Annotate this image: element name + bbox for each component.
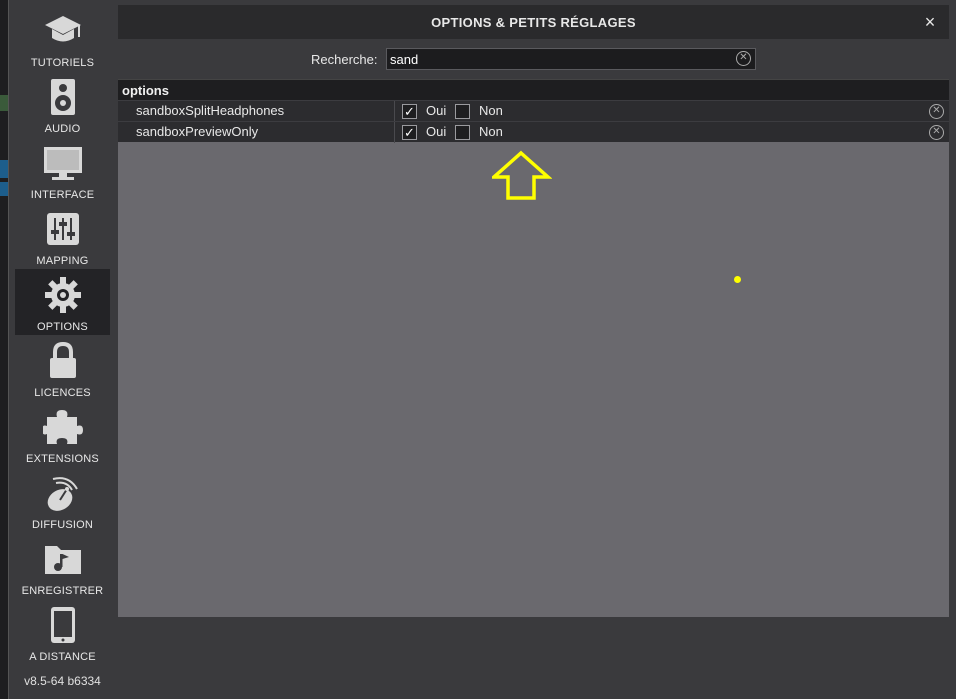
- sidebar: TUTORIELS AUDIO INTERFACE MAPPING OPTION…: [9, 0, 110, 699]
- sidebar-item-label: DIFFUSION: [31, 519, 94, 531]
- background-blue-bar-2: [0, 182, 8, 196]
- sidebar-item-label: OPTIONS: [37, 321, 88, 333]
- oui-checkbox[interactable]: ✓: [402, 125, 417, 140]
- dialog-titlebar: OPTIONS & PETITS RÉGLAGES ×: [118, 5, 949, 39]
- column-divider: [394, 122, 395, 143]
- sliders-icon: [41, 207, 85, 251]
- sidebar-item-enregistrer[interactable]: ENREGISTRER: [15, 533, 110, 599]
- sidebar-item-licences[interactable]: LICENCES: [15, 335, 110, 401]
- oui-label: Oui: [426, 103, 447, 118]
- sidebar-item-a-distance[interactable]: A DISTANCE: [15, 599, 110, 665]
- option-name: sandboxSplitHeadphones: [136, 103, 285, 118]
- column-divider: [394, 101, 395, 122]
- tablet-icon: [41, 603, 85, 647]
- sidebar-item-label: TUTORIELS: [30, 57, 95, 69]
- sidebar-item-diffusion[interactable]: DIFFUSION: [15, 467, 110, 533]
- music-folder-icon: [41, 537, 85, 581]
- puzzle-icon: [41, 405, 85, 449]
- table-row: sandboxSplitHeadphones ✓ Oui Non ✕: [118, 100, 949, 122]
- search-input[interactable]: [387, 49, 732, 69]
- graduation-cap-icon: [41, 9, 85, 53]
- section-header: options: [118, 79, 949, 100]
- sidebar-item-label: A DISTANCE: [29, 651, 96, 663]
- reset-option-button[interactable]: ✕: [929, 104, 944, 119]
- sidebar-item-extensions[interactable]: EXTENSIONS: [15, 401, 110, 467]
- non-checkbox[interactable]: [455, 125, 470, 140]
- gear-icon: [41, 273, 85, 317]
- sidebar-item-mapping[interactable]: MAPPING: [15, 203, 110, 269]
- option-name: sandboxPreviewOnly: [136, 124, 259, 139]
- sidebar-item-label: AUDIO: [44, 123, 81, 135]
- search-label: Recherche:: [311, 52, 378, 67]
- sidebar-item-label: MAPPING: [36, 255, 89, 267]
- version-label: v8.5-64 b6334: [24, 674, 101, 688]
- non-label: Non: [479, 103, 503, 118]
- background-waveform: [0, 95, 8, 111]
- close-button[interactable]: ×: [919, 11, 941, 33]
- oui-checkbox[interactable]: ✓: [402, 104, 417, 119]
- table-row: sandboxPreviewOnly ✓ Oui Non ✕: [118, 121, 949, 143]
- search-box: ✕: [386, 48, 756, 70]
- sidebar-item-label: LICENCES: [34, 387, 91, 399]
- dialog-title: OPTIONS & PETITS RÉGLAGES: [431, 14, 636, 30]
- monitor-icon: [41, 141, 85, 185]
- oui-label: Oui: [426, 124, 447, 139]
- options-table: options sandboxSplitHeadphones ✓ Oui Non…: [118, 79, 949, 143]
- satellite-dish-icon: [41, 471, 85, 515]
- background-app-strip: [0, 0, 8, 699]
- sidebar-item-tutoriels[interactable]: TUTORIELS: [15, 5, 110, 71]
- lock-icon: [41, 339, 85, 383]
- non-label: Non: [479, 124, 503, 139]
- sidebar-item-label: INTERFACE: [30, 189, 95, 201]
- settings-window: TUTORIELS AUDIO INTERFACE MAPPING OPTION…: [8, 0, 956, 699]
- speaker-icon: [41, 75, 85, 119]
- search-clear-button[interactable]: ✕: [736, 51, 751, 66]
- sidebar-item-interface[interactable]: INTERFACE: [15, 137, 110, 203]
- sidebar-item-options[interactable]: OPTIONS: [15, 269, 110, 335]
- sidebar-item-label: ENREGISTRER: [21, 585, 104, 597]
- cursor-dot: [734, 276, 741, 283]
- background-blue-bar: [0, 160, 8, 178]
- reset-option-button[interactable]: ✕: [929, 125, 944, 140]
- sidebar-item-audio[interactable]: AUDIO: [15, 71, 110, 137]
- search-bar: Recherche: ✕: [118, 39, 949, 79]
- annotation-arrow-icon: [492, 150, 552, 200]
- sidebar-item-label: EXTENSIONS: [26, 453, 99, 465]
- options-panel: OPTIONS & PETITS RÉGLAGES × Recherche: ✕…: [118, 5, 949, 617]
- non-checkbox[interactable]: [455, 104, 470, 119]
